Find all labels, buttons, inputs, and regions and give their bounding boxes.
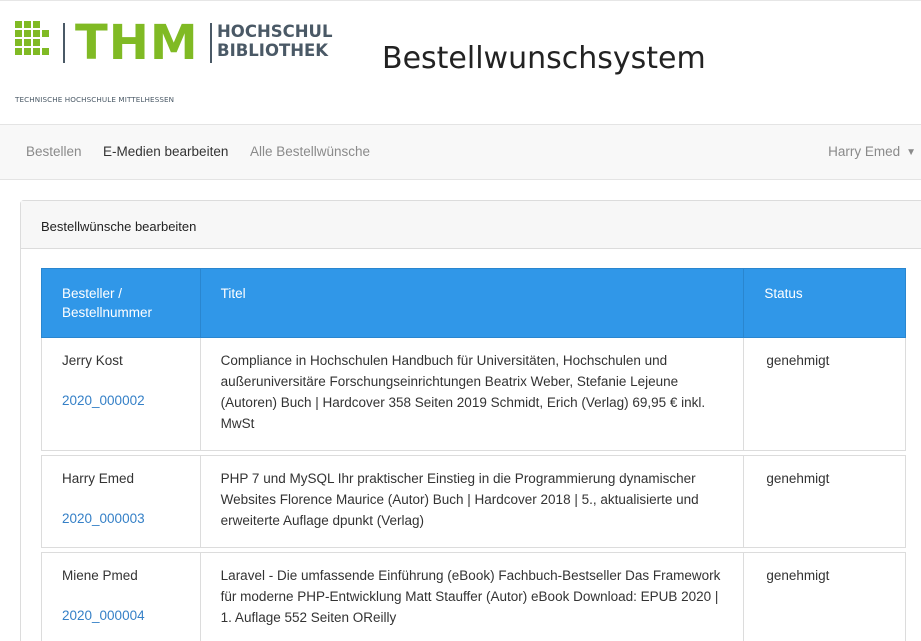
cell-titel: Compliance in Hochschulen Handbuch für U… bbox=[201, 338, 745, 450]
thm-logo-grid-icon bbox=[15, 21, 51, 63]
besteller-name: Harry Emed bbox=[62, 471, 135, 486]
logo-library-line2: BIBLIOTHEK bbox=[217, 41, 329, 60]
logo-divider bbox=[63, 23, 65, 63]
nav-item-alle-bestellwuensche[interactable]: Alle Bestellwünsche bbox=[250, 143, 370, 161]
nav-item-e-medien-bearbeiten[interactable]: E-Medien bearbeiten bbox=[103, 143, 228, 161]
besteller-name: Miene Pmed bbox=[62, 568, 138, 583]
column-header-besteller: Besteller / Bestellnummer bbox=[42, 269, 201, 337]
cell-besteller: Jerry Kost 2020_000002 bbox=[42, 338, 201, 450]
thm-logo[interactable]: THM TECHNISCHE HOCHSCHULE MITTELHESSEN H… bbox=[15, 15, 335, 104]
page-header: THM TECHNISCHE HOCHSCHULE MITTELHESSEN H… bbox=[0, 0, 921, 124]
caret-down-icon: ▼ bbox=[906, 147, 916, 158]
column-header-status: Status bbox=[764, 286, 803, 301]
logo-library-line1: HOCHSCHUL bbox=[217, 22, 333, 41]
cell-titel: Laravel - Die umfassende Einführung (eBo… bbox=[201, 553, 745, 641]
user-menu[interactable]: Harry Emed ▼ bbox=[828, 143, 916, 162]
cell-besteller: Miene Pmed 2020_000004 bbox=[42, 553, 201, 641]
cell-besteller: Harry Emed 2020_000003 bbox=[42, 456, 201, 547]
logo-library-text: HOCHSCHUL BIBLIOTHEK bbox=[217, 22, 332, 60]
cell-titel: PHP 7 und MySQL Ihr praktischer Einstieg… bbox=[201, 456, 745, 547]
order-number-link[interactable]: 2020_000002 bbox=[62, 390, 188, 411]
logo-divider-2 bbox=[210, 23, 212, 63]
orders-table: Besteller / Bestellnummer Titel Status J… bbox=[41, 268, 906, 641]
table-row: Jerry Kost 2020_000002 Compliance in Hoc… bbox=[41, 338, 906, 451]
order-number-link[interactable]: 2020_000003 bbox=[62, 508, 188, 529]
table-header: Besteller / Bestellnummer Titel Status bbox=[41, 268, 906, 338]
orders-card: Bestellwünsche bearbeiten Besteller / Be… bbox=[20, 200, 921, 641]
cell-status: genehmigt bbox=[766, 471, 830, 486]
logo-subtitle: TECHNISCHE HOCHSCHULE MITTELHESSEN bbox=[15, 95, 175, 104]
card-title: Bestellwünsche bearbeiten bbox=[21, 201, 921, 249]
besteller-name: Jerry Kost bbox=[62, 353, 123, 368]
user-name: Harry Emed bbox=[828, 144, 901, 159]
order-number-link[interactable]: 2020_000004 bbox=[62, 605, 188, 626]
main-nav: Bestellen E-Medien bearbeiten Alle Beste… bbox=[0, 124, 921, 180]
logo-thm-text: THM bbox=[75, 15, 199, 71]
table-row: Harry Emed 2020_000003 PHP 7 und MySQL I… bbox=[41, 455, 906, 548]
nav-item-bestellen[interactable]: Bestellen bbox=[26, 143, 82, 161]
cell-status: genehmigt bbox=[766, 568, 830, 583]
table-row: Miene Pmed 2020_000004 Laravel - Die umf… bbox=[41, 552, 906, 641]
cell-status: genehmigt bbox=[766, 353, 830, 368]
app-title: Bestellwunschsystem bbox=[382, 41, 706, 76]
column-header-titel: Titel bbox=[201, 269, 745, 337]
